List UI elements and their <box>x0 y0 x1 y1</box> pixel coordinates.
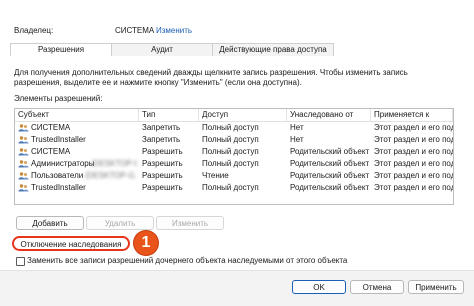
user-group-icon <box>18 148 29 156</box>
replace-child-checkbox-label: Заменить все записи разрешений дочернего… <box>27 256 348 265</box>
row-type: Запретить <box>142 135 181 144</box>
owner-value: СИСТЕМА <box>115 26 155 35</box>
table-row[interactable]: СИСТЕМА Разрешить Полный доступ Родитель… <box>15 146 453 158</box>
row-applies: Этот раздел и его подр <box>374 159 453 168</box>
row-subject: Администраторы <box>31 159 95 168</box>
row-inherited: Нет <box>290 135 304 144</box>
row-type: Разрешить <box>142 183 183 192</box>
row-inherited: Родительский объект <box>290 147 370 156</box>
row-inherited: Родительский объект <box>290 159 370 168</box>
row-subject-suffix: (DESKTOP-G... <box>85 171 137 180</box>
tab-permissions[interactable]: Разрешения <box>10 43 112 57</box>
table-row[interactable]: TrustedInstaller Запретить Полный доступ… <box>15 134 453 146</box>
user-group-icon <box>18 136 29 144</box>
step-badge: 1 <box>134 231 158 255</box>
row-inherited: Нет <box>290 123 304 132</box>
apply-button[interactable]: Применить <box>408 280 464 294</box>
remove-button[interactable]: Удалить <box>86 216 154 230</box>
column-applies[interactable]: Применяется к <box>371 109 453 121</box>
row-subject: TrustedInstaller <box>31 135 86 144</box>
permissions-table[interactable]: Субъект Тип Доступ Унаследовано от Приме… <box>14 108 454 205</box>
cancel-button[interactable]: Отмена <box>350 280 404 294</box>
edit-button[interactable]: Изменить <box>156 216 224 230</box>
entries-label: Элементы разрешений: <box>14 94 103 103</box>
row-access: Полный доступ <box>202 123 259 132</box>
table-row[interactable]: Пользователи (DESKTOP-G... Разрешить Чте… <box>15 170 453 182</box>
row-subject: СИСТЕМА <box>31 123 71 132</box>
info-text: Для получения дополнительных сведений дв… <box>14 68 408 87</box>
row-access: Чтение <box>202 171 229 180</box>
user-group-icon <box>18 184 29 192</box>
owner-label: Владелец: <box>14 26 54 35</box>
column-type[interactable]: Тип <box>139 109 199 121</box>
user-group-icon <box>18 160 29 168</box>
tab-audit[interactable]: Аудит <box>111 43 213 56</box>
user-group-icon <box>18 124 29 132</box>
table-row[interactable]: TrustedInstaller Разрешить Полный доступ… <box>15 182 453 194</box>
row-access: Полный доступ <box>202 147 259 156</box>
row-access: Полный доступ <box>202 159 259 168</box>
row-type: Разрешить <box>142 159 183 168</box>
tab-effective-access[interactable]: Действующие права доступа <box>212 43 334 56</box>
row-type: Запретить <box>142 123 181 132</box>
tab-strip: Разрешения Аудит Действующие права досту… <box>10 43 464 57</box>
row-applies: Этот раздел и его подр <box>374 183 453 192</box>
ok-button[interactable]: OK <box>292 280 346 294</box>
row-subject: Пользователи <box>31 171 84 180</box>
row-applies: Этот раздел и его подр <box>374 135 453 144</box>
add-button[interactable]: Добавить <box>16 216 84 230</box>
row-applies: Этот раздел и его подр <box>374 123 453 132</box>
row-type: Разрешить <box>142 171 183 180</box>
column-subject[interactable]: Субъект <box>15 109 139 121</box>
row-subject-suffix: (DESKTOP-G... <box>91 159 137 168</box>
table-row[interactable]: Администраторы (DESKTOP-G... Разрешить П… <box>15 158 453 170</box>
replace-child-checkbox[interactable] <box>16 257 25 266</box>
column-inherited[interactable]: Унаследовано от <box>287 109 371 121</box>
row-type: Разрешить <box>142 147 183 156</box>
row-applies: Этот раздел и его подр <box>374 147 453 156</box>
column-access[interactable]: Доступ <box>199 109 287 121</box>
change-owner-link[interactable]: Изменить <box>156 26 192 35</box>
disable-inheritance-button[interactable]: Отключение наследования <box>12 236 130 251</box>
row-access: Полный доступ <box>202 135 259 144</box>
row-subject: СИСТЕМА <box>31 147 71 156</box>
user-group-icon <box>18 172 29 180</box>
row-subject: TrustedInstaller <box>31 183 86 192</box>
row-applies: Этот раздел и его подр <box>374 171 453 180</box>
table-header: Субъект Тип Доступ Унаследовано от Приме… <box>15 109 453 122</box>
table-row[interactable]: СИСТЕМА Запретить Полный доступ Нет Этот… <box>15 122 453 134</box>
row-inherited: Родительский объект <box>290 171 370 180</box>
row-access: Полный доступ <box>202 183 259 192</box>
row-inherited: Родительский объект <box>290 183 370 192</box>
